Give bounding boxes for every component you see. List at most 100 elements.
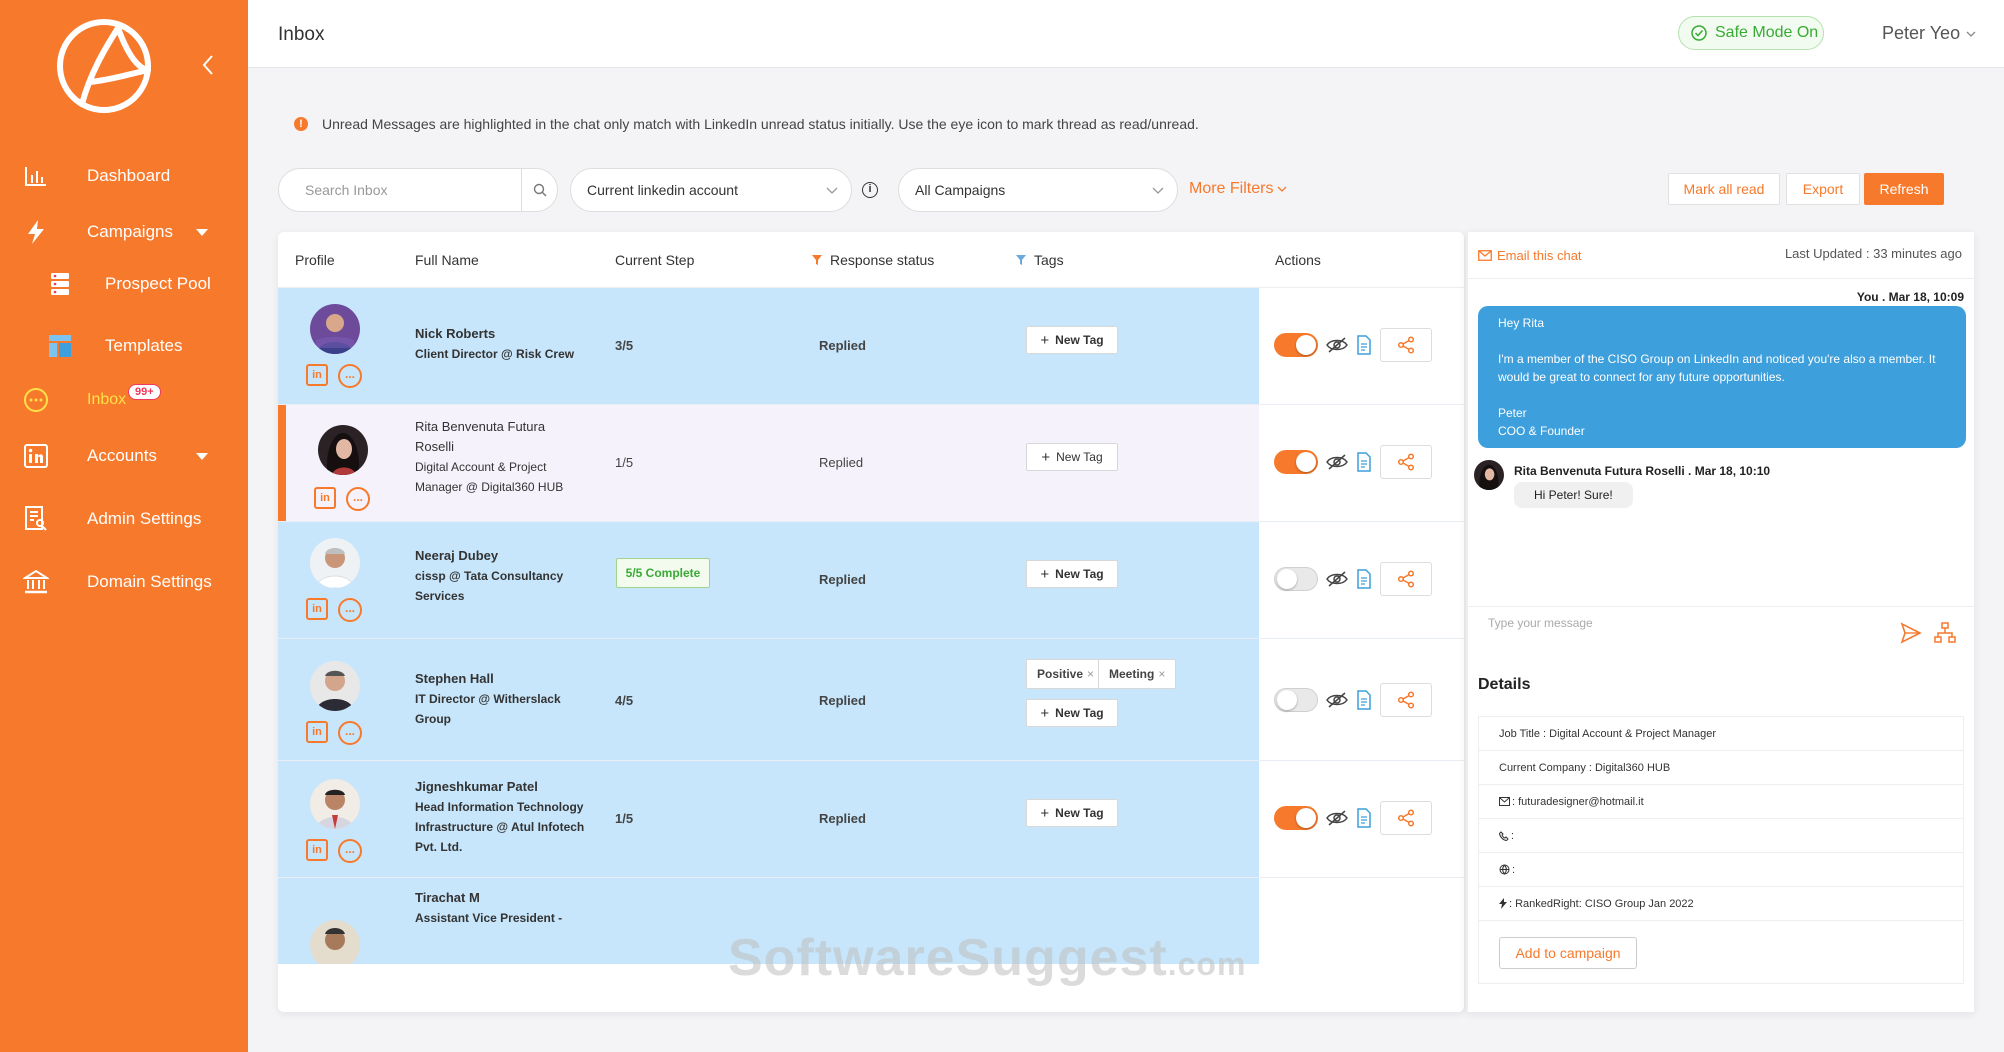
table-row[interactable]: Tirachat M Assistant Vice President - (278, 878, 1464, 964)
auto-reply-toggle[interactable] (1274, 567, 1318, 591)
share-icon (1397, 691, 1415, 709)
eye-off-icon[interactable] (1326, 810, 1348, 826)
document-icon[interactable] (1356, 808, 1372, 828)
tag-chip[interactable]: Meeting × (1098, 659, 1177, 689)
sidebar-item-admin-settings[interactable]: Admin Settings (0, 495, 248, 543)
filter-icon[interactable] (1016, 255, 1026, 265)
detail-website: : (1479, 853, 1963, 887)
linkedin-icon[interactable]: in (314, 487, 336, 509)
new-tag-label: New Tag (1056, 450, 1103, 464)
new-tag-button[interactable]: + New Tag (1026, 799, 1118, 827)
full-name[interactable]: Rita Benvenuta Futura Roselli (415, 417, 585, 457)
unread-count-badge: 99+ (128, 384, 161, 400)
sidebar-item-campaigns[interactable]: Campaigns (0, 208, 248, 256)
sidebar-item-inbox[interactable]: Inbox 99+ (0, 376, 248, 424)
info-icon: ! (294, 117, 308, 131)
message-icon[interactable]: ... (338, 839, 362, 863)
linkedin-icon[interactable]: in (306, 598, 328, 620)
column-header-current-step: Current Step (615, 252, 695, 268)
tag-chip[interactable]: Positive × (1026, 659, 1106, 689)
user-menu[interactable]: Peter Yeo (1882, 23, 1976, 44)
linkedin-icon[interactable]: in (306, 721, 328, 743)
full-name[interactable]: Neeraj Dubey (415, 546, 585, 566)
refresh-button[interactable]: Refresh (1864, 173, 1944, 205)
avatar (310, 538, 360, 588)
export-button[interactable]: Export (1786, 173, 1860, 205)
more-filters-button[interactable]: More Filters (1189, 180, 1287, 198)
message-icon[interactable]: ... (338, 598, 362, 622)
new-tag-button[interactable]: + New Tag (1026, 443, 1118, 471)
document-icon[interactable] (1356, 569, 1372, 589)
full-name[interactable]: Jigneshkumar Patel (415, 777, 585, 797)
auto-reply-toggle[interactable] (1274, 806, 1318, 830)
email-chat-link[interactable]: Email this chat (1478, 248, 1582, 263)
share-button[interactable] (1380, 328, 1432, 362)
auto-reply-toggle[interactable] (1274, 688, 1318, 712)
mark-all-read-button[interactable]: Mark all read (1668, 173, 1780, 205)
sidebar-item-accounts[interactable]: Accounts (0, 432, 248, 480)
collapse-sidebar-icon[interactable] (198, 50, 218, 80)
add-to-campaign-button[interactable]: Add to campaign (1499, 937, 1637, 969)
sidebar-item-label: Campaigns (87, 222, 173, 241)
message-input[interactable] (1478, 616, 1898, 656)
document-icon[interactable] (1356, 690, 1372, 710)
table-row[interactable]: in ... Neeraj Dubey cissp @ Tata Consult… (278, 522, 1464, 639)
avatar (318, 425, 368, 475)
close-icon[interactable]: × (1087, 667, 1094, 681)
full-name[interactable]: Nick Roberts (415, 324, 585, 344)
share-button[interactable] (1380, 445, 1432, 479)
response-status: Replied (819, 338, 866, 353)
sidebar-item-domain-settings[interactable]: Domain Settings (0, 558, 248, 606)
filter-icon[interactable] (812, 255, 822, 265)
document-icon[interactable] (1356, 335, 1372, 355)
search-button[interactable] (521, 169, 557, 211)
eye-off-icon[interactable] (1326, 692, 1348, 708)
new-tag-button[interactable]: + New Tag (1026, 326, 1118, 354)
message-icon[interactable]: ... (346, 487, 370, 511)
share-button[interactable] (1380, 801, 1432, 835)
full-name[interactable]: Tirachat M (415, 888, 585, 908)
new-tag-button[interactable]: + New Tag (1026, 699, 1118, 727)
linkedin-icon[interactable]: in (306, 364, 328, 386)
column-header-tags[interactable]: Tags (1016, 252, 1064, 268)
full-name[interactable]: Stephen Hall (415, 669, 585, 689)
detail-email: : futuradesigner@hotmail.it (1479, 785, 1963, 819)
send-icon[interactable] (1900, 622, 1922, 644)
response-status: Replied (819, 455, 864, 470)
campaign-select[interactable]: All Campaigns (898, 168, 1178, 212)
auto-reply-toggle[interactable] (1274, 450, 1318, 474)
safe-mode-badge[interactable]: Safe Mode On (1678, 16, 1824, 50)
linkedin-icon (22, 442, 50, 470)
page-title: Inbox (278, 24, 325, 45)
document-icon[interactable] (1356, 452, 1372, 472)
search-input[interactable] (279, 169, 524, 211)
account-info-icon[interactable]: i (862, 182, 878, 198)
column-header-response-status[interactable]: Response status (812, 252, 934, 268)
table-row[interactable]: in ... Stephen Hall IT Director @ Wither… (278, 639, 1464, 761)
auto-reply-toggle[interactable] (1274, 333, 1318, 357)
sitemap-icon[interactable] (1934, 622, 1956, 644)
linkedin-account-select[interactable]: Current linkedin account (570, 168, 852, 212)
eye-off-icon[interactable] (1326, 337, 1348, 353)
linkedin-icon[interactable]: in (306, 839, 328, 861)
message-icon[interactable]: ... (338, 364, 362, 388)
sidebar-item-prospect-pool[interactable]: Prospect Pool (0, 260, 248, 308)
new-tag-label: New Tag (1055, 333, 1104, 347)
sidebar-item-label: Inbox (87, 391, 127, 408)
share-button[interactable] (1380, 683, 1432, 717)
table-row-selected[interactable]: in ... Rita Benvenuta Futura Roselli Dig… (278, 405, 1464, 522)
eye-off-icon[interactable] (1326, 454, 1348, 470)
share-button[interactable] (1380, 562, 1432, 596)
sidebar-item-label: Domain Settings (87, 572, 212, 591)
sidebar-item-label: Templates (105, 336, 183, 355)
eye-off-icon[interactable] (1326, 571, 1348, 587)
table-row[interactable]: in ... Nick Roberts Client Director @ Ri… (278, 288, 1464, 405)
close-icon[interactable]: × (1158, 667, 1165, 681)
message-icon[interactable]: ... (338, 721, 362, 745)
sidebar-item-dashboard[interactable]: Dashboard (0, 152, 248, 200)
table-row[interactable]: in ... Jigneshkumar Patel Head Informati… (278, 761, 1464, 878)
app-logo[interactable] (56, 18, 152, 114)
sidebar-item-templates[interactable]: Templates (0, 322, 248, 370)
avatar (310, 661, 360, 711)
new-tag-button[interactable]: + New Tag (1026, 560, 1118, 588)
